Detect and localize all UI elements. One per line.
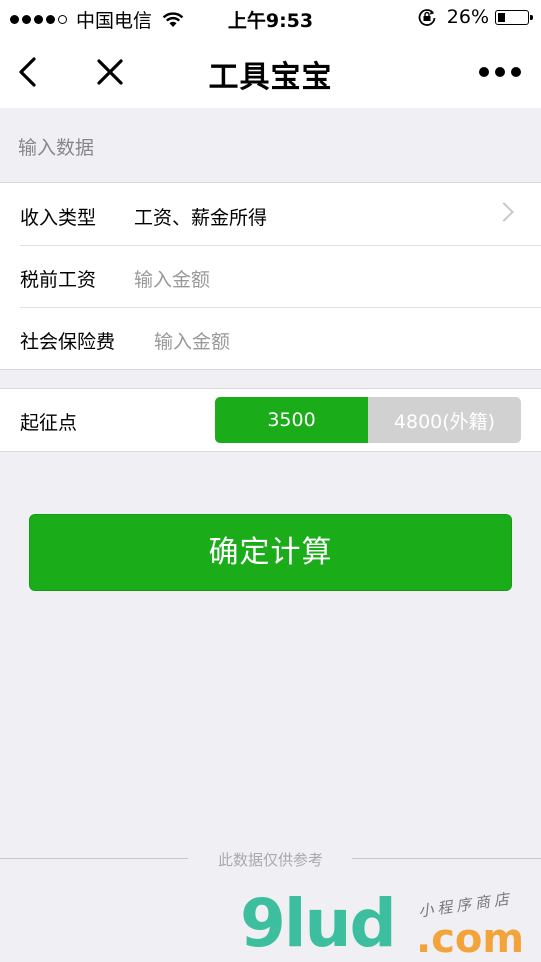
social-insurance-row: 社会保险费 输入金额 (0, 307, 541, 369)
salary-label: 税前工资 (20, 269, 97, 291)
threshold-option-4800[interactable]: 4800(外籍) (368, 397, 521, 443)
status-right: 26% (417, 6, 533, 28)
threshold-option-3500[interactable]: 3500 (215, 397, 368, 443)
status-bar: 中国电信 上午9:53 26% (0, 0, 541, 36)
threshold-label: 起征点 (20, 412, 78, 434)
more-options-icon[interactable] (479, 62, 521, 82)
social-insurance-label: 社会保险费 (20, 331, 116, 353)
salary-input[interactable]: 输入金额 (134, 265, 210, 292)
income-type-row[interactable]: 收入类型 工资、薪金所得 (0, 183, 541, 245)
battery-percent: 26% (446, 6, 489, 28)
navigation-bar: 工具宝宝 (0, 36, 541, 108)
social-insurance-input[interactable]: 输入金额 (154, 327, 230, 354)
income-type-label: 收入类型 (20, 207, 97, 229)
calculate-button[interactable]: 确定计算 (29, 514, 512, 591)
disclaimer-text: 此数据仅供参考 (217, 851, 323, 869)
footer: 此数据仅供参考 (0, 849, 541, 869)
threshold-segmented-control: 3500 4800(外籍) (215, 397, 521, 443)
salary-row: 税前工资 输入金额 (0, 245, 541, 307)
threshold-row: 起征点 3500 4800(外籍) (0, 388, 541, 452)
watermark-brand: 9lud (240, 885, 397, 962)
watermark-tld: .com (416, 916, 525, 962)
battery-icon (495, 9, 533, 25)
rotation-lock-icon (418, 9, 436, 26)
chevron-right-icon (494, 202, 514, 222)
input-form: 收入类型 工资、薪金所得 税前工资 输入金额 社会保险费 输入金额 (0, 182, 541, 370)
section-header: 输入数据 (18, 137, 95, 159)
watermark-logo: 9lud 小程序商店 .com (240, 885, 540, 962)
page-title: 工具宝宝 (208, 60, 333, 95)
income-type-value: 工资、薪金所得 (134, 207, 268, 229)
